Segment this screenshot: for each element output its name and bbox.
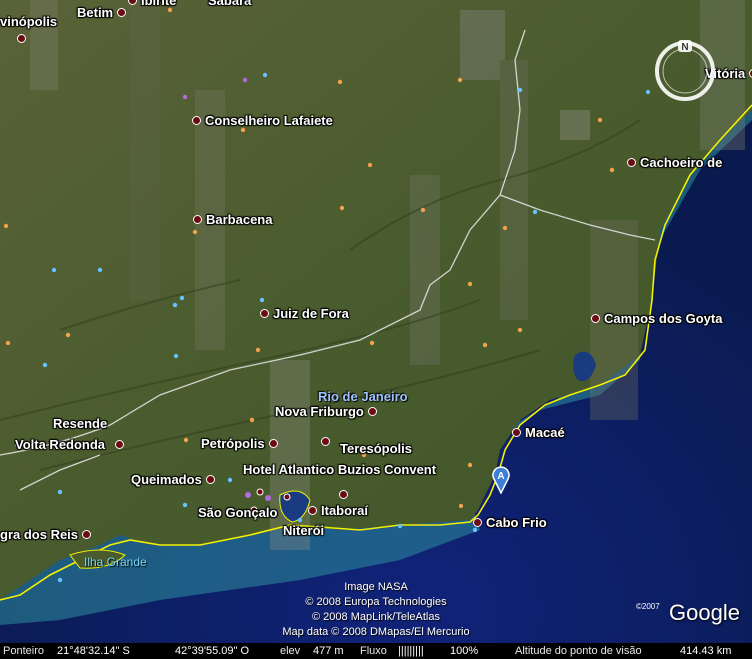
city-dot-icon	[367, 407, 377, 416]
place-betim[interactable]: Betim	[77, 5, 127, 20]
city-dot-icon	[268, 439, 278, 448]
elevation-value: 477 m	[313, 645, 344, 657]
navigation-compass-icon[interactable]: N	[652, 38, 718, 104]
place-cabo-frio[interactable]: Cabo Frio	[473, 515, 547, 530]
place-campos[interactable]: Campos dos Goyta	[591, 311, 722, 326]
island-label-ilha-grande: Ilha Grande	[84, 555, 147, 569]
place-label: Teresópolis	[340, 441, 413, 456]
place-conselheiro-lafaiete[interactable]: Conselheiro Lafaiete	[192, 113, 333, 128]
credit-line: © 2008 MapLink/TeleAtlas	[312, 611, 440, 623]
eye-altitude-value: 414.43 km	[680, 645, 732, 657]
place-niteroi[interactable]: Niterói	[283, 523, 324, 538]
city-dot-icon	[321, 437, 330, 446]
city-dot-icon	[260, 309, 269, 318]
place-label: São Gonçalo	[198, 505, 278, 520]
pointer-latitude: 21°48'32.14" S	[57, 645, 130, 657]
city-dot-icon	[17, 34, 26, 43]
place-label: Resende	[53, 416, 108, 431]
place-teresopolis[interactable]: Teresópolis	[321, 427, 412, 456]
place-itaborai-dot2[interactable]	[339, 490, 348, 499]
city-dot-icon	[193, 215, 202, 224]
place-label: Queimados	[131, 472, 202, 487]
streaming-label: Fluxo	[360, 645, 387, 657]
pointer-label: Ponteiro	[3, 645, 44, 657]
credit-line: Image NASA	[344, 581, 408, 593]
city-dot-icon	[308, 506, 317, 515]
placemark-letter: A	[497, 471, 504, 482]
place-label: Petrópolis	[201, 436, 265, 451]
place-ibirite[interactable]: Ibirité	[128, 0, 176, 8]
city-dot-icon	[82, 530, 92, 539]
place-label: gra dos Reis	[0, 527, 79, 542]
place-queimados[interactable]: Queimados	[131, 472, 215, 487]
place-label: vinópolis	[0, 14, 58, 29]
place-label: Betim	[77, 5, 114, 20]
place-resende[interactable]: Resende	[53, 416, 107, 431]
eye-altitude-label: Altitude do ponto de visão	[515, 645, 642, 657]
place-label: Macaé	[525, 425, 565, 440]
place-macae[interactable]: Macaé	[512, 425, 565, 440]
city-dot-icon	[115, 440, 125, 449]
placemark-a-icon[interactable]: A	[491, 464, 511, 494]
place-nova-friburgo[interactable]: Nova Friburgo	[275, 404, 377, 419]
city-dot-icon	[473, 518, 482, 527]
place-barbacena[interactable]: Barbacena	[193, 212, 272, 227]
city-dot-icon	[117, 8, 127, 17]
compass-north-label: N	[681, 42, 688, 53]
google-copyright: ©2007	[636, 602, 660, 611]
place-label: Itaboraí	[321, 503, 368, 518]
pointer-longitude: 42°39'55.09" O	[175, 645, 250, 657]
place-label: Cabo Frio	[486, 515, 547, 530]
place-label: Nova Friburgo	[275, 404, 364, 419]
google-logo: Google	[669, 600, 740, 625]
place-juiz-de-fora[interactable]: Juiz de Fora	[260, 306, 349, 321]
status-bar: Ponteiro 21°48'32.14" S 42°39'55.09" O e…	[0, 643, 752, 659]
map-view[interactable]: vinópolis Betim Ibirité Sabará Vitória C…	[0, 0, 752, 659]
place-sabara[interactable]: Sabará	[208, 0, 251, 8]
elevation-label: elev	[280, 645, 301, 657]
place-label: Conselheiro Lafaiete	[205, 113, 333, 128]
place-label: Juiz de Fora	[273, 306, 349, 321]
place-label: Campos dos Goyta	[604, 311, 723, 326]
credit-line: Map data © 2008 DMapas/El Mercurio	[282, 626, 470, 638]
place-ipatinga-dot[interactable]	[17, 34, 26, 43]
streaming-percent: 100%	[450, 645, 479, 657]
place-label: Volta Redonda	[15, 437, 106, 452]
place-label: Sabará	[208, 0, 252, 8]
place-volta-redonda[interactable]: Volta Redonda	[15, 437, 125, 452]
city-dot-icon	[205, 475, 215, 484]
place-itaborai[interactable]: Itaboraí	[308, 503, 368, 518]
streaming-bar: |||||||||	[398, 645, 424, 657]
place-label: Barbacena	[206, 212, 273, 227]
state-label-rio-de-janeiro: Rio de Janeiro	[318, 389, 408, 404]
city-dot-icon	[192, 116, 201, 125]
place-label: Ibirité	[141, 0, 177, 8]
city-dot-icon	[339, 490, 348, 499]
place-label: Cachoeiro de	[640, 155, 723, 170]
place-cachoeiro[interactable]: Cachoeiro de	[627, 155, 722, 170]
city-dot-icon	[128, 0, 137, 5]
place-angra[interactable]: gra dos Reis	[0, 527, 92, 542]
place-label: Hotel Atlantico Buzios Convent	[243, 462, 437, 477]
place-ipatinga[interactable]: vinópolis	[0, 14, 57, 29]
place-label: Niterói	[283, 523, 325, 538]
place-hotel-atlantico[interactable]: Hotel Atlantico Buzios Convent	[243, 462, 436, 477]
place-sao-goncalo[interactable]: São Gonçalo	[198, 505, 277, 520]
city-dot-icon	[512, 428, 521, 437]
city-dot-icon	[591, 314, 600, 323]
place-petropolis[interactable]: Petrópolis	[201, 436, 278, 451]
city-dot-icon	[627, 158, 636, 167]
